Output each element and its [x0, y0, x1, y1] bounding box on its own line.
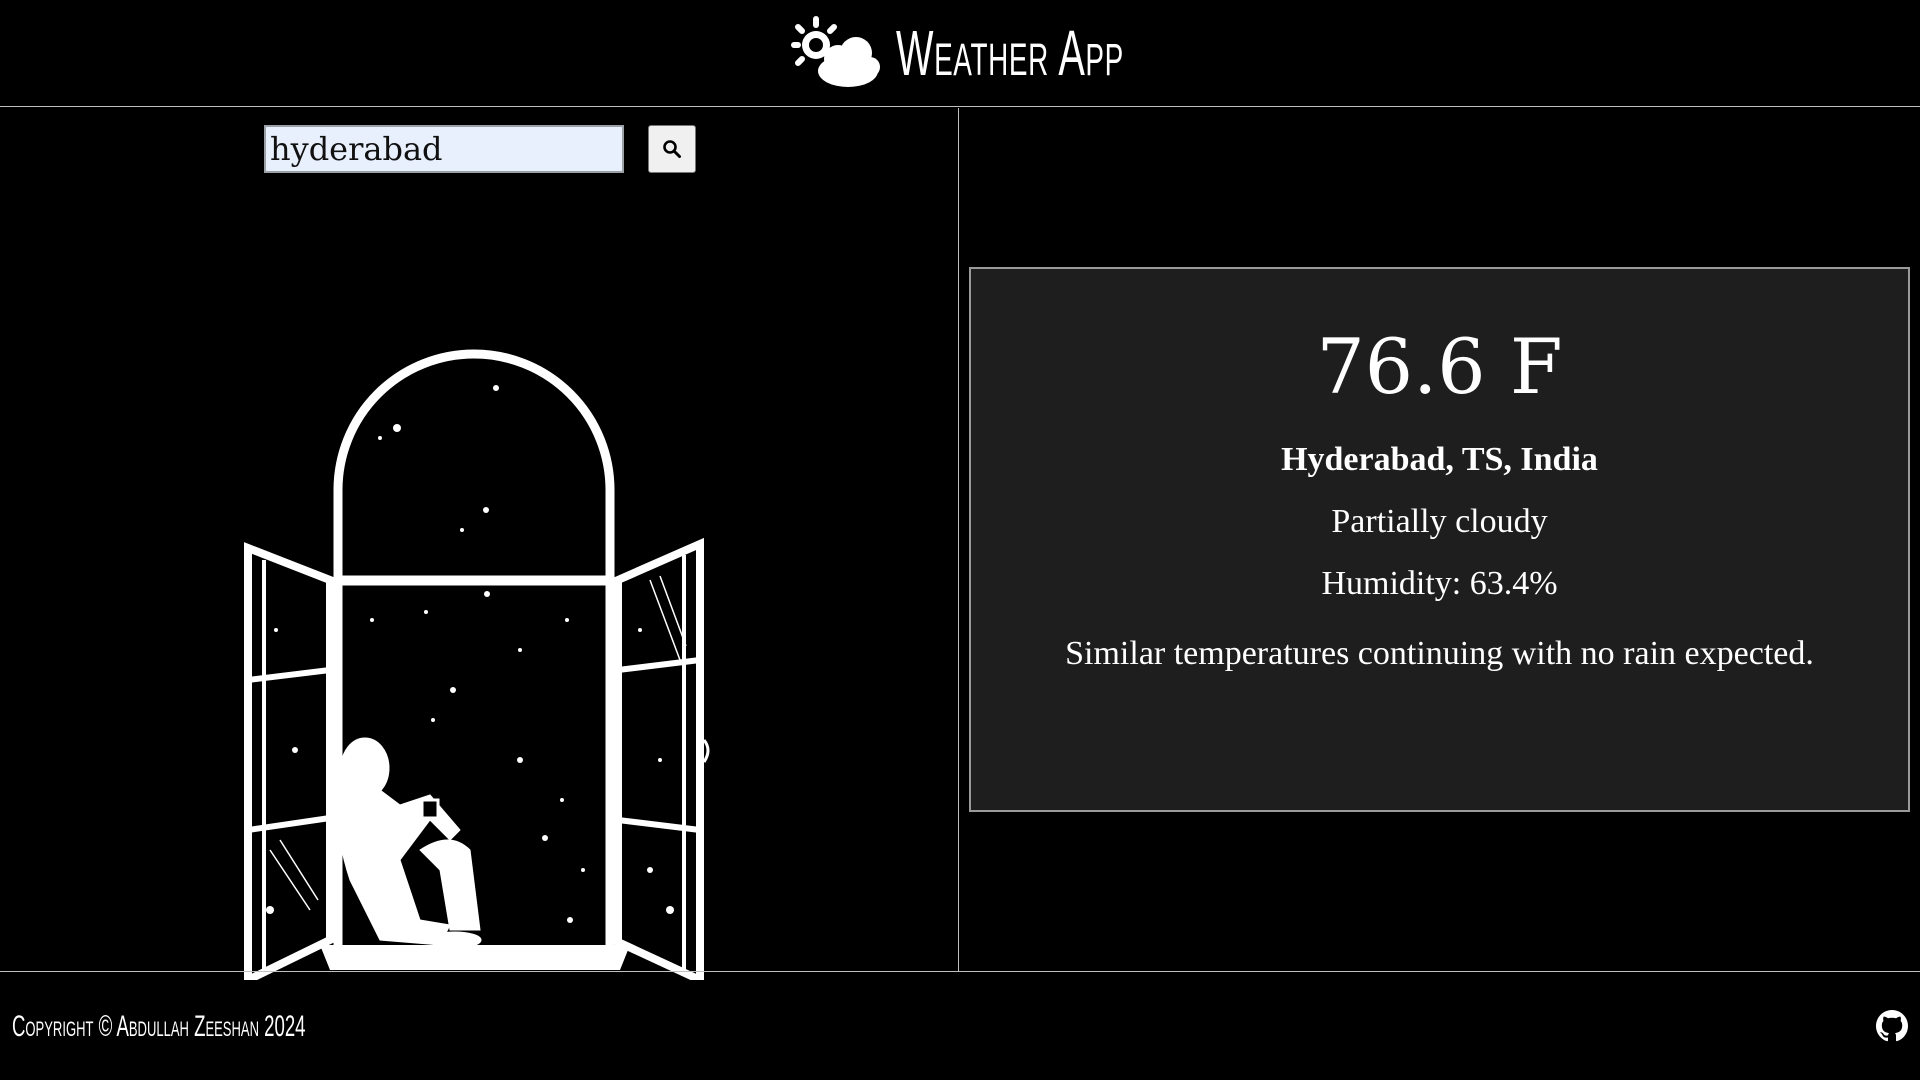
location-name: Hyderabad, TS, India — [1281, 441, 1598, 478]
app-footer: Copyright © Abdullah Zeeshan 2024 — [0, 971, 1920, 1080]
search-button[interactable] — [648, 125, 696, 173]
sun-cloud-icon — [791, 16, 881, 87]
app-header: Weather App — [0, 0, 1920, 107]
main-content: 76.6 F Hyderabad, TS, India Partially cl… — [0, 108, 1920, 980]
window-night-illustration — [244, 349, 710, 980]
weather-panel: 76.6 F Hyderabad, TS, India Partially cl… — [959, 108, 1920, 972]
copyright-text: Copyright © Abdullah Zeeshan 2024 — [12, 1010, 306, 1043]
city-search-input[interactable] — [264, 125, 624, 173]
weather-card: 76.6 F Hyderabad, TS, India Partially cl… — [969, 267, 1910, 812]
github-icon — [1876, 1010, 1908, 1042]
temperature-value: 76.6 F — [1316, 322, 1563, 411]
app-title: Weather App — [896, 17, 1125, 89]
humidity-value: Humidity: 63.4% — [1321, 565, 1558, 602]
github-link[interactable] — [1876, 1010, 1908, 1042]
search-panel — [0, 108, 959, 980]
weather-description: Similar temperatures continuing with no … — [1065, 635, 1814, 672]
search-icon — [663, 140, 681, 158]
weather-condition: Partially cloudy — [1331, 503, 1548, 540]
